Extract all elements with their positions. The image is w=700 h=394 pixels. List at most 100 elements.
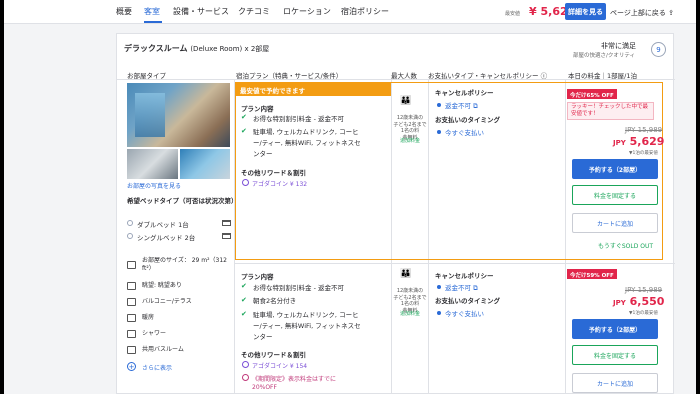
bullet-icon <box>437 285 441 289</box>
room-photo-thumb-2[interactable] <box>180 149 230 179</box>
plan-1-soldout-notice: もうすぐSOLD OUT <box>598 243 654 250</box>
comfort-rating: 非常に満足 <box>601 42 636 50</box>
bullet-icon <box>437 103 441 107</box>
header-divider <box>117 79 675 80</box>
plan-2-pay-title: お支払いのタイミング <box>435 297 500 305</box>
plan-2-currency: JPY <box>613 299 626 307</box>
plus-circle-icon[interactable]: + <box>127 362 136 371</box>
plan-2-occupancy-link[interactable]: 追加料金 <box>392 310 428 317</box>
room-title-main: デラックスルーム <box>124 44 188 53</box>
arrow-up-icon: ⇪ <box>668 9 674 17</box>
plan-1-book-button[interactable]: 予約する（2部屋） <box>572 159 658 179</box>
tab-reviews[interactable]: クチコミ <box>238 6 270 17</box>
amenity-shared-bathroom: 共用バスルーム <box>142 346 184 353</box>
plan-2-cancel-title: キャンセルポリシー <box>435 272 494 280</box>
room-photo-main[interactable] <box>127 83 230 147</box>
heating-icon <box>127 314 136 322</box>
room-title-sub: (Deluxe Room) x 2部屋 <box>190 45 270 53</box>
room-card: デラックスルーム (Deluxe Room) x 2部屋 非常に満足 部屋の快適… <box>116 33 675 394</box>
plan-2-item-3b: ー/ティー, 無料WiFi, フィットネスセ <box>253 322 361 330</box>
tab-overview[interactable]: 概要 <box>116 6 132 17</box>
price-from-label: 最安値 <box>505 11 521 17</box>
tab-location[interactable]: ロケーション <box>283 6 331 17</box>
plan-1-add-to-cart-button[interactable]: カートに追加 <box>572 213 658 233</box>
plan-1-old-price: JPY 15,989 <box>625 126 663 134</box>
plan-1-deal-badge: 今だけ65% OFF <box>567 89 617 99</box>
plan-2-add-to-cart-button[interactable]: カートに追加 <box>572 373 658 393</box>
plan-2-book-button[interactable]: 予約する（2部屋） <box>572 319 658 339</box>
plan-2-per-night: ▼1泊の最安値 <box>629 311 658 316</box>
amenity-shower: シャワー <box>142 330 167 337</box>
amenity-room-size: お部屋のサイズ： 29 m²（312 ft²） <box>142 257 227 272</box>
plan-1-item-1: お得な特別割引料金 - 返金不可 <box>253 115 344 123</box>
plan-2-coin: アゴダコイン ¥ 154 <box>252 363 308 370</box>
plan-1-pay-item[interactable]: 今すぐ支払い <box>445 127 484 137</box>
plan-1-lock-price-button[interactable]: 料金を固定する <box>572 185 658 205</box>
external-link-icon: ⧉ <box>473 102 478 110</box>
shower-icon <box>127 330 136 338</box>
double-bed-icon <box>222 220 231 226</box>
plan-1-new-price: JPY 5,629 <box>613 135 664 148</box>
show-more-link[interactable]: さらに表示 <box>142 363 172 372</box>
tab-policies[interactable]: 宿泊ポリシー <box>341 6 389 17</box>
plan-1-item-2c: ンター <box>253 150 273 158</box>
bed-type-title: 希望ベッドタイプ（可否は状況次第） <box>127 197 238 205</box>
plan-1-currency: JPY <box>613 139 626 147</box>
bullet-icon <box>437 130 441 134</box>
plan-1-cancel-title: キャンセルポリシー <box>435 89 494 97</box>
check-icon: ✔ <box>241 113 247 121</box>
back-to-top-link[interactable]: ページ上部に戻る ⇪ <box>610 8 674 18</box>
screen: 概要 客室 設備・サービス クチコミ ロケーション 宿泊ポリシー 最安値 ¥ 5… <box>4 0 696 394</box>
view-icon <box>127 282 136 290</box>
room-photos-link[interactable]: お部屋の写真を見る <box>127 181 181 190</box>
plan-2-deal-badge: 今だけ59% OFF <box>567 269 617 279</box>
external-link-icon: ⧉ <box>473 284 478 292</box>
plan-1-cancel-item-label: 返金不可 <box>445 102 471 110</box>
agoda-coin-icon <box>242 361 249 368</box>
top-nav: 概要 客室 設備・サービス クチコミ ロケーション 宿泊ポリシー 最安値 ¥ 5… <box>4 0 696 24</box>
detail-button[interactable]: 詳細を見る <box>565 3 606 20</box>
check-icon: ✔ <box>241 310 247 318</box>
check-icon: ✔ <box>241 127 247 135</box>
plan-1-coin: アゴダコイン ¥ 132 <box>252 181 308 188</box>
amenity-balcony: バルコニー/テラス <box>142 298 192 305</box>
plan-2-contents-title: プラン内容 <box>241 273 274 281</box>
plan-1-per-night: ▼1泊の最安値 <box>629 151 658 156</box>
plan-2-item-1: お得な特別割引料金 - 返金不可 <box>253 284 344 292</box>
plan-2-reward-title: その他リワード＆割引 <box>241 351 306 359</box>
check-icon: ✔ <box>241 296 247 304</box>
plan-1-pay-title: お支払いのタイミング <box>435 116 500 124</box>
room-photo-thumb-1[interactable] <box>127 149 178 179</box>
comfort-rating-sub: 部屋の快適さ/クオリティ <box>573 53 636 59</box>
plan-2-lock-price-button[interactable]: 料金を固定する <box>572 345 658 365</box>
plan-1-cancel-item[interactable]: 返金不可 ⧉ <box>445 100 478 111</box>
active-tab-indicator <box>144 21 162 23</box>
plan-1-price-value: 5,629 <box>629 135 665 148</box>
plan-divider <box>234 263 675 264</box>
twin-bed-icon <box>222 233 231 239</box>
agoda-coin-icon <box>242 179 249 186</box>
bed-radio-twin[interactable] <box>127 233 133 239</box>
bed-radio-double[interactable] <box>127 220 133 226</box>
plan-2-price-value: 6,550 <box>629 295 665 308</box>
balcony-icon <box>127 298 136 306</box>
bed-label-double: ダブルベッド 1台 <box>137 221 189 229</box>
plan-2-pay-item[interactable]: 今すぐ支払い <box>445 308 484 318</box>
plan-2-item-3: 駐車場, ウェルカムドリンク, コーヒ <box>253 311 359 319</box>
plan-2-cancel-item[interactable]: 返金不可 ⧉ <box>445 282 478 293</box>
plan-2-promo: 《期間限定》表示料金はすでに <box>252 376 337 383</box>
bullet-icon <box>437 311 441 315</box>
bed-label-twin: シングルベッド 2台 <box>137 234 196 242</box>
tab-rooms[interactable]: 客室 <box>144 6 160 17</box>
plan-1-banner: 最安値で予約できます <box>235 82 391 96</box>
comfort-icon: 9 <box>651 42 666 57</box>
occupancy-icon: 👪 <box>400 269 412 279</box>
room-title: デラックスルーム (Deluxe Room) x 2部屋 <box>124 43 269 54</box>
back-to-top-label: ページ上部に戻る <box>610 9 666 17</box>
plan-2-new-price: JPY 6,550 <box>613 295 664 308</box>
tab-facilities[interactable]: 設備・サービス <box>173 6 229 17</box>
plan-1-occupancy-link[interactable]: 追加料金 <box>392 137 428 144</box>
shared-bathroom-icon <box>127 346 136 354</box>
plan-1-item-2b: ー/ティー, 無料WiFi, フィットネスセ <box>253 139 361 147</box>
plan-2-cancel-item-label: 返金不可 <box>445 284 471 292</box>
